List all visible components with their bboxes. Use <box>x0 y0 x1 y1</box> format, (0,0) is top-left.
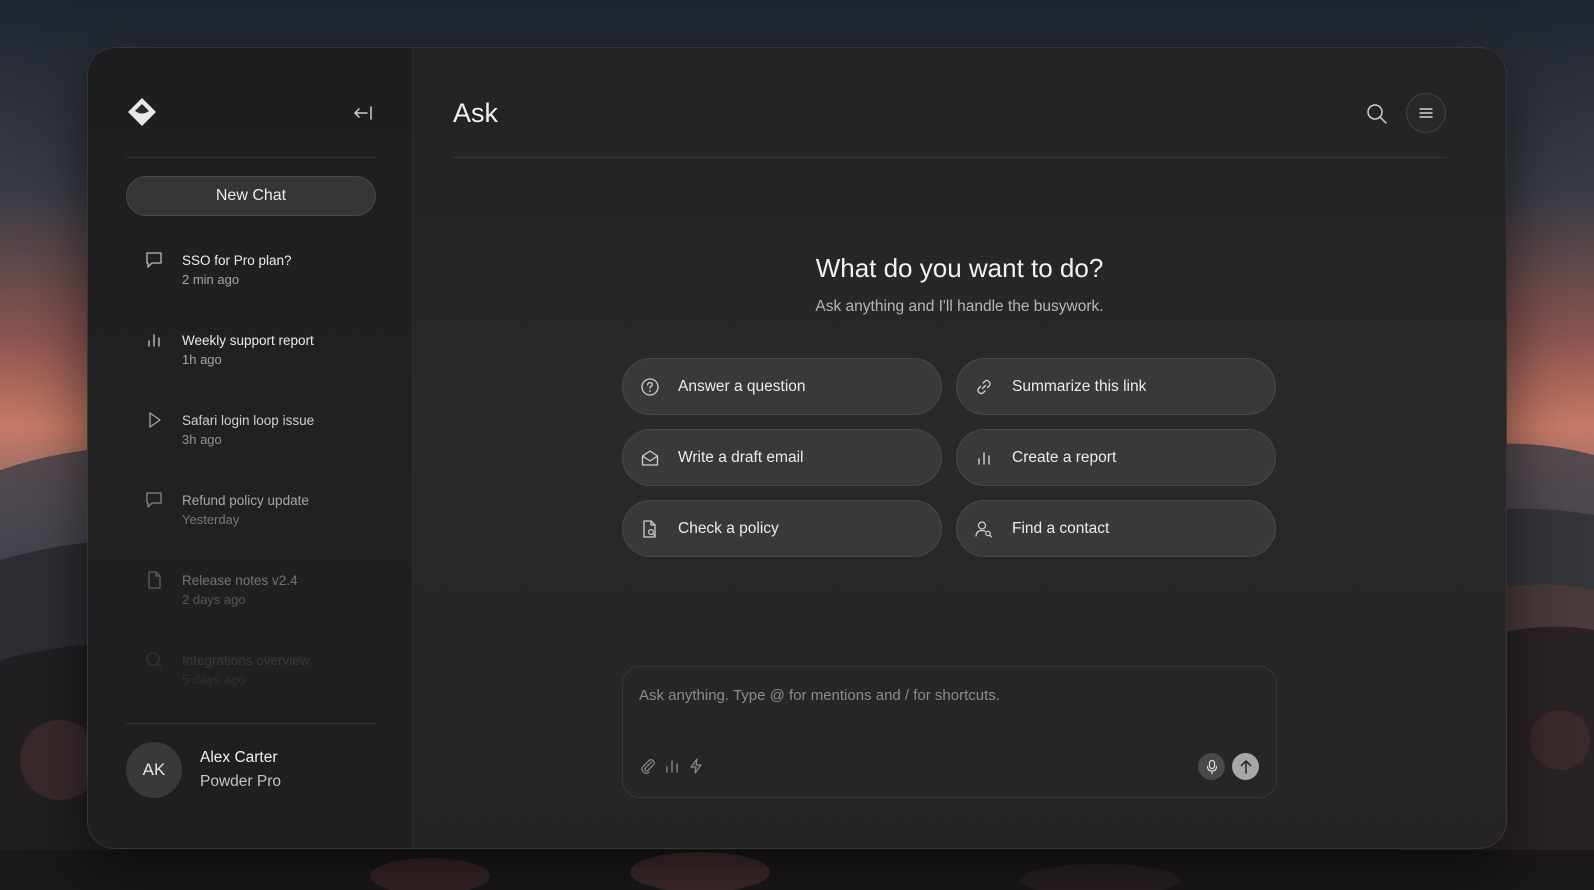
new-chat-button[interactable]: New Chat <box>126 176 376 216</box>
arrow-up-icon <box>1240 759 1251 774</box>
play-icon <box>149 412 161 428</box>
history-title: Refund policy update <box>182 493 309 508</box>
app-logo-icon <box>128 98 156 126</box>
composer <box>622 666 1277 798</box>
action-label: Check a policy <box>678 519 779 537</box>
app-window: New Chat SSO for Pro plan? 2 min ago Wee… <box>87 47 1507 849</box>
history-item-weekly-report[interactable]: Weekly support report 1h ago <box>126 324 376 404</box>
sidebar: New Chat SSO for Pro plan? 2 min ago Wee… <box>88 48 413 848</box>
quick-actions-grid: Answer a question Summarize this link Wr… <box>622 358 1278 557</box>
history-item-refund[interactable]: Refund policy update Yesterday <box>126 484 376 564</box>
check-policy-button[interactable]: Check a policy <box>622 500 942 557</box>
action-label: Create a report <box>1012 448 1117 466</box>
sidebar-divider <box>126 723 376 724</box>
history-title: Integrations overview <box>182 653 310 668</box>
chat-bubble-icon <box>146 492 162 508</box>
microphone-icon <box>1206 759 1217 774</box>
history-time: Yesterday <box>182 512 240 527</box>
menu-button[interactable] <box>1406 93 1446 133</box>
create-report-button[interactable]: Create a report <box>956 429 1276 486</box>
history-title: Safari login loop issue <box>182 413 315 428</box>
microphone-button[interactable] <box>1198 753 1225 780</box>
history-time: 1h ago <box>182 352 222 367</box>
main-panel: Ask What do you want to do? Ask anything… <box>413 48 1506 848</box>
history-title: Release notes v2.4 <box>182 573 298 588</box>
history-time: 2 days ago <box>182 592 246 607</box>
page-title: Ask <box>453 98 499 128</box>
mail-icon <box>641 449 659 466</box>
hamburger-menu-icon <box>1419 108 1433 118</box>
chat-history-list: SSO for Pro plan? 2 min ago Weekly suppo… <box>126 244 376 724</box>
summarize-link-button[interactable]: Summarize this link <box>956 358 1276 415</box>
message-input[interactable] <box>639 683 1239 707</box>
history-item-sso[interactable]: SSO for Pro plan? 2 min ago <box>126 244 376 324</box>
search-icon[interactable] <box>1365 102 1389 126</box>
history-time: 3h ago <box>182 432 222 447</box>
user-plan: Powder Pro <box>200 773 281 790</box>
action-label: Write a draft email <box>678 448 804 466</box>
link-icon <box>977 379 991 394</box>
history-item-release-notes[interactable]: Release notes v2.4 2 days ago <box>126 564 376 644</box>
write-draft-email-button[interactable]: Write a draft email <box>622 429 942 486</box>
hero-subtitle: Ask anything and I'll handle the busywor… <box>815 298 1104 315</box>
user-profile[interactable]: AK Alex Carter Powder Pro <box>126 742 281 798</box>
chat-bubble-icon <box>146 252 162 268</box>
person-search-icon <box>975 520 993 538</box>
bar-chart-icon <box>148 334 160 347</box>
hero-title: What do you want to do? <box>815 253 1104 283</box>
bar-chart-icon <box>978 451 990 465</box>
find-contact-button[interactable]: Find a contact <box>956 500 1276 557</box>
avatar: AK <box>126 742 182 798</box>
header-divider <box>453 157 1447 158</box>
user-name: Alex Carter <box>200 749 278 766</box>
policy-document-icon <box>643 519 656 538</box>
history-title: Weekly support report <box>182 333 314 348</box>
history-title: SSO for Pro plan? <box>182 253 292 268</box>
history-time: 5 days ago <box>182 672 246 687</box>
search-icon <box>146 652 162 668</box>
history-time: 2 min ago <box>182 272 240 287</box>
action-label: Find a contact <box>1012 519 1110 537</box>
question-circle-icon <box>641 377 659 396</box>
bar-chart-icon[interactable] <box>663 757 681 775</box>
sidebar-divider <box>126 157 376 158</box>
attachment-icon[interactable] <box>639 757 657 775</box>
document-icon <box>148 571 161 589</box>
collapse-sidebar-button[interactable] <box>348 100 378 126</box>
lightning-icon[interactable] <box>687 757 705 775</box>
collapse-left-icon <box>354 106 372 120</box>
action-label: Answer a question <box>678 377 806 395</box>
history-item-integrations[interactable]: Integrations overview 5 days ago <box>126 644 376 724</box>
send-button[interactable] <box>1232 753 1259 780</box>
answer-question-button[interactable]: Answer a question <box>622 358 942 415</box>
history-item-safari[interactable]: Safari login loop issue 3h ago <box>126 404 376 484</box>
action-label: Summarize this link <box>1012 377 1147 395</box>
